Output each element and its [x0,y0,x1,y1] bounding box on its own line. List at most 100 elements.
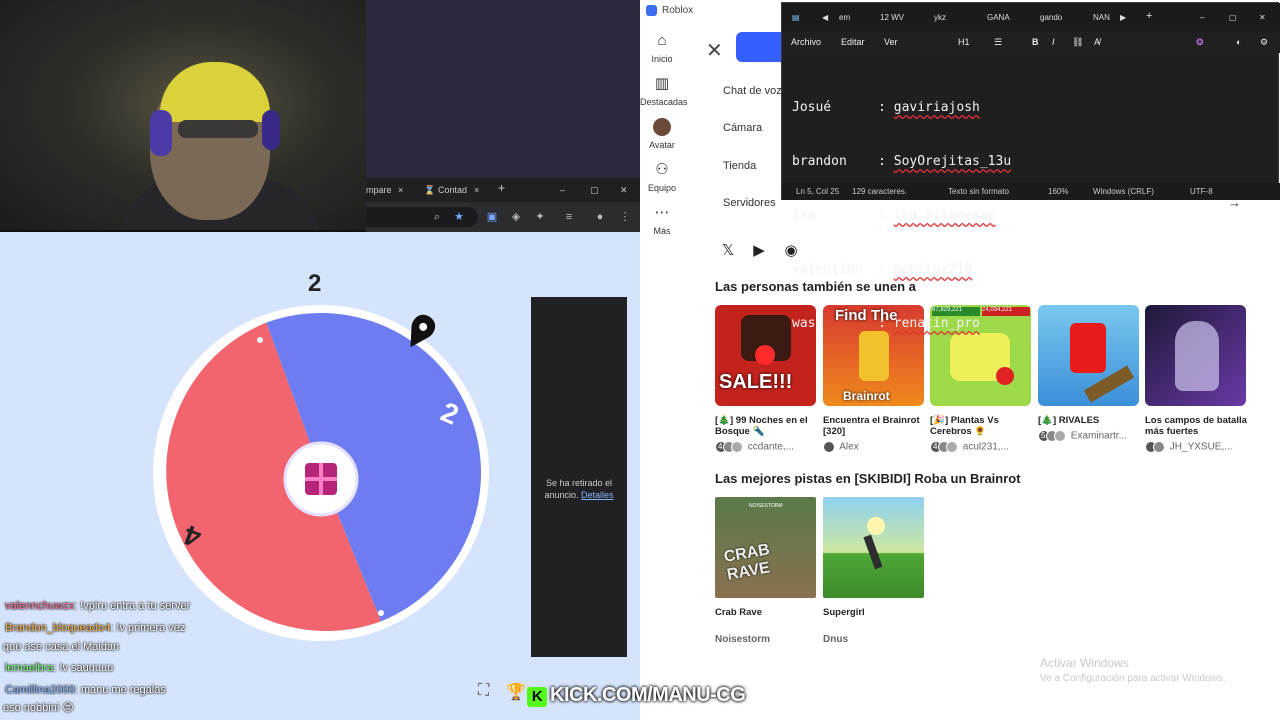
fullscreen-icon[interactable]: ⛶ [478,682,498,702]
browser-tab-strip: mpare × ⌛ Contad × + – ▢ ✕ [366,178,640,202]
more-icon: ⋯ [654,204,670,221]
extensions-puzzle-icon[interactable]: ✦ [533,210,547,224]
copilot-icon[interactable]: ❂ [1196,37,1204,48]
maximize-icon[interactable]: ▢ [1229,13,1237,22]
list-format-icon[interactable]: ☰ [994,37,1002,48]
avatar-icon [653,118,671,136]
trophy-icon[interactable]: 🏆 [506,682,526,702]
track-thumbnail: NOISESTORM CRAB RAVE [715,497,816,598]
new-tab-button[interactable]: + [498,180,505,198]
game-card[interactable]: [🎄] RIVALES 5 Examinartr... [1038,305,1140,442]
nav-item-featured[interactable]: ▥ Destacadas [640,75,688,107]
account-icon[interactable]: ◐ [1236,37,1241,47]
nav-item-home[interactable]: ⌂ Inicio [640,32,684,64]
settings-gear-icon[interactable]: ⚙ [1260,37,1268,48]
bookmark-star-icon[interactable]: ★ [452,210,466,224]
youtube-icon[interactable]: ▶ [750,242,768,260]
notepad-tab[interactable]: gando [1040,13,1062,22]
close-window-icon[interactable]: ✕ [1259,13,1266,22]
notepad-tab[interactable]: GANA [987,13,1010,22]
game-thumbnail [1038,305,1139,406]
menu-file[interactable]: Archivo [791,37,821,47]
tab-label: mpare [366,185,392,195]
close-window-icon[interactable]: ✕ [620,182,628,200]
ad-placeholder: Se ha retirado el anuncio. Detalles [531,297,627,657]
notepad-tab[interactable]: em [839,13,850,22]
menu-item-servers[interactable]: Servidores [723,197,776,209]
game-title: Los campos de batalla más fuertes [1145,415,1247,437]
new-tab-button[interactable]: + [1146,10,1152,22]
browser-tab[interactable]: mpare [366,182,392,200]
kick-logo-icon: K [527,687,547,707]
tab-close-icon[interactable]: × [474,182,479,200]
tab-scroll-right-icon[interactable]: ▶ [1120,13,1126,22]
line-ending[interactable]: Windows (CRLF) [1093,187,1154,196]
notepad-tab[interactable]: 12 WV [880,13,904,22]
notepad-status-bar: Ln 5, Col 25 129 caracteres. Texto sin f… [782,183,1280,200]
browser-tab[interactable]: Contad [438,182,467,200]
minimize-icon[interactable]: – [560,182,565,200]
link-icon[interactable]: ⛓ [1072,37,1083,48]
webcam-feed [0,0,366,230]
nav-item-team[interactable]: ⚇ Equipo [640,161,684,193]
game-card[interactable]: Los campos de batalla más fuertes JH_YXS… [1145,305,1247,453]
notepad-menu-bar: Archivo Editar Ver H1 ☰ B I ⛓ A̸ ❂ ◐ ⚙ [782,31,1280,53]
track-thumbnail [823,497,924,598]
notepad-tab-strip: ▤ ◀ em 12 WV ykz GANA gando NAN ▶ + – ▢ … [782,3,1280,31]
x-twitter-icon[interactable]: 𝕏 [719,242,737,260]
home-icon: ⌂ [657,32,667,49]
translate-icon[interactable]: ▣ [485,210,499,224]
text-line: valentino : pepitox218 [792,262,973,277]
maximize-icon[interactable]: ▢ [590,182,599,200]
heading-dropdown[interactable]: H1 [958,37,970,47]
nav-item-avatar[interactable]: Avatar [640,118,684,150]
kick-url: KICK.COM/MANU-CG [550,684,746,706]
chat-message: Brandon_bloqueado4: !v primera vez [5,622,186,634]
menu-item-store[interactable]: Tienda [723,160,756,172]
tab-close-icon[interactable]: × [398,182,403,200]
game-title: [🎄] RIVALES [1038,415,1100,426]
notepad-tab[interactable]: ykz [934,13,946,22]
close-icon[interactable]: ✕ [706,38,724,62]
text-format[interactable]: Texto sin formato [948,187,1009,196]
minimize-icon[interactable]: – [1200,13,1204,22]
bold-icon[interactable]: B [1032,37,1039,47]
hourglass-icon: ⌛ [424,185,436,195]
tab-label: Contad [438,185,468,195]
encoding[interactable]: UTF-8 [1190,187,1213,196]
track-card[interactable]: NOISESTORM CRAB RAVE Crab Rave Noisestor… [715,497,817,645]
profile-avatar-icon[interactable]: ● [593,210,607,224]
person-glasses [178,120,258,138]
zoom-level[interactable]: 160% [1048,187,1068,196]
kick-banner: K KICK.COM/MANU-CG [527,684,746,707]
extension-icon-a[interactable]: ◈ [509,210,523,224]
menu-view[interactable]: Ver [884,37,898,47]
media-icon[interactable]: ≡ [562,210,576,224]
section-title-top-tracks: Las mejores pistas en [SKIBIDI] Roba un … [715,471,1021,486]
search-icon[interactable]: ⌕ [430,210,444,224]
menu-item-voice-chat[interactable]: Chat de voz [723,85,782,97]
notepad-text-area[interactable]: Josué : gaviriajosh brandon : SoyOrejita… [792,63,1011,369]
menu-edit[interactable]: Editar [841,37,865,47]
nav-item-more[interactable]: ⋯ Más [640,204,684,236]
game-title: [🎄] 99 Noches en el Bosque 🔦 [715,415,808,437]
chat-message: Camillina2000: manu me regalas [5,684,166,696]
ad-details-link[interactable]: Detalles [581,490,614,500]
notepad-tab[interactable]: NAN [1093,13,1110,22]
tab-scroll-left-icon[interactable]: ◀ [822,13,828,22]
menu-kebab-icon[interactable]: ⋮ [618,210,632,224]
clear-format-icon[interactable]: A̸ [1094,37,1100,47]
cursor-position: Ln 5, Col 25 [796,187,840,196]
menu-item-camera[interactable]: Cámara [723,122,762,134]
game-creator: JH_YXSUE,... [1145,441,1247,453]
track-title: Supergirl [823,607,865,618]
chat-message: lemaelbra: !v sauuuuu [5,662,114,674]
text-line: wasa : renatin_pro [792,316,980,331]
activate-subtitle: Ve a Configuración para activar Windows. [1040,673,1226,684]
track-card[interactable]: Supergirl Dnus [823,497,925,645]
spin-result-count: 2 [308,270,322,297]
italic-icon[interactable]: I [1052,37,1055,47]
text-line: isa : isa_milanesap [792,208,996,223]
track-artist: Dnus [823,634,848,645]
notepad-window: ▤ ◀ em 12 WV ykz GANA gando NAN ▶ + – ▢ … [781,2,1280,331]
